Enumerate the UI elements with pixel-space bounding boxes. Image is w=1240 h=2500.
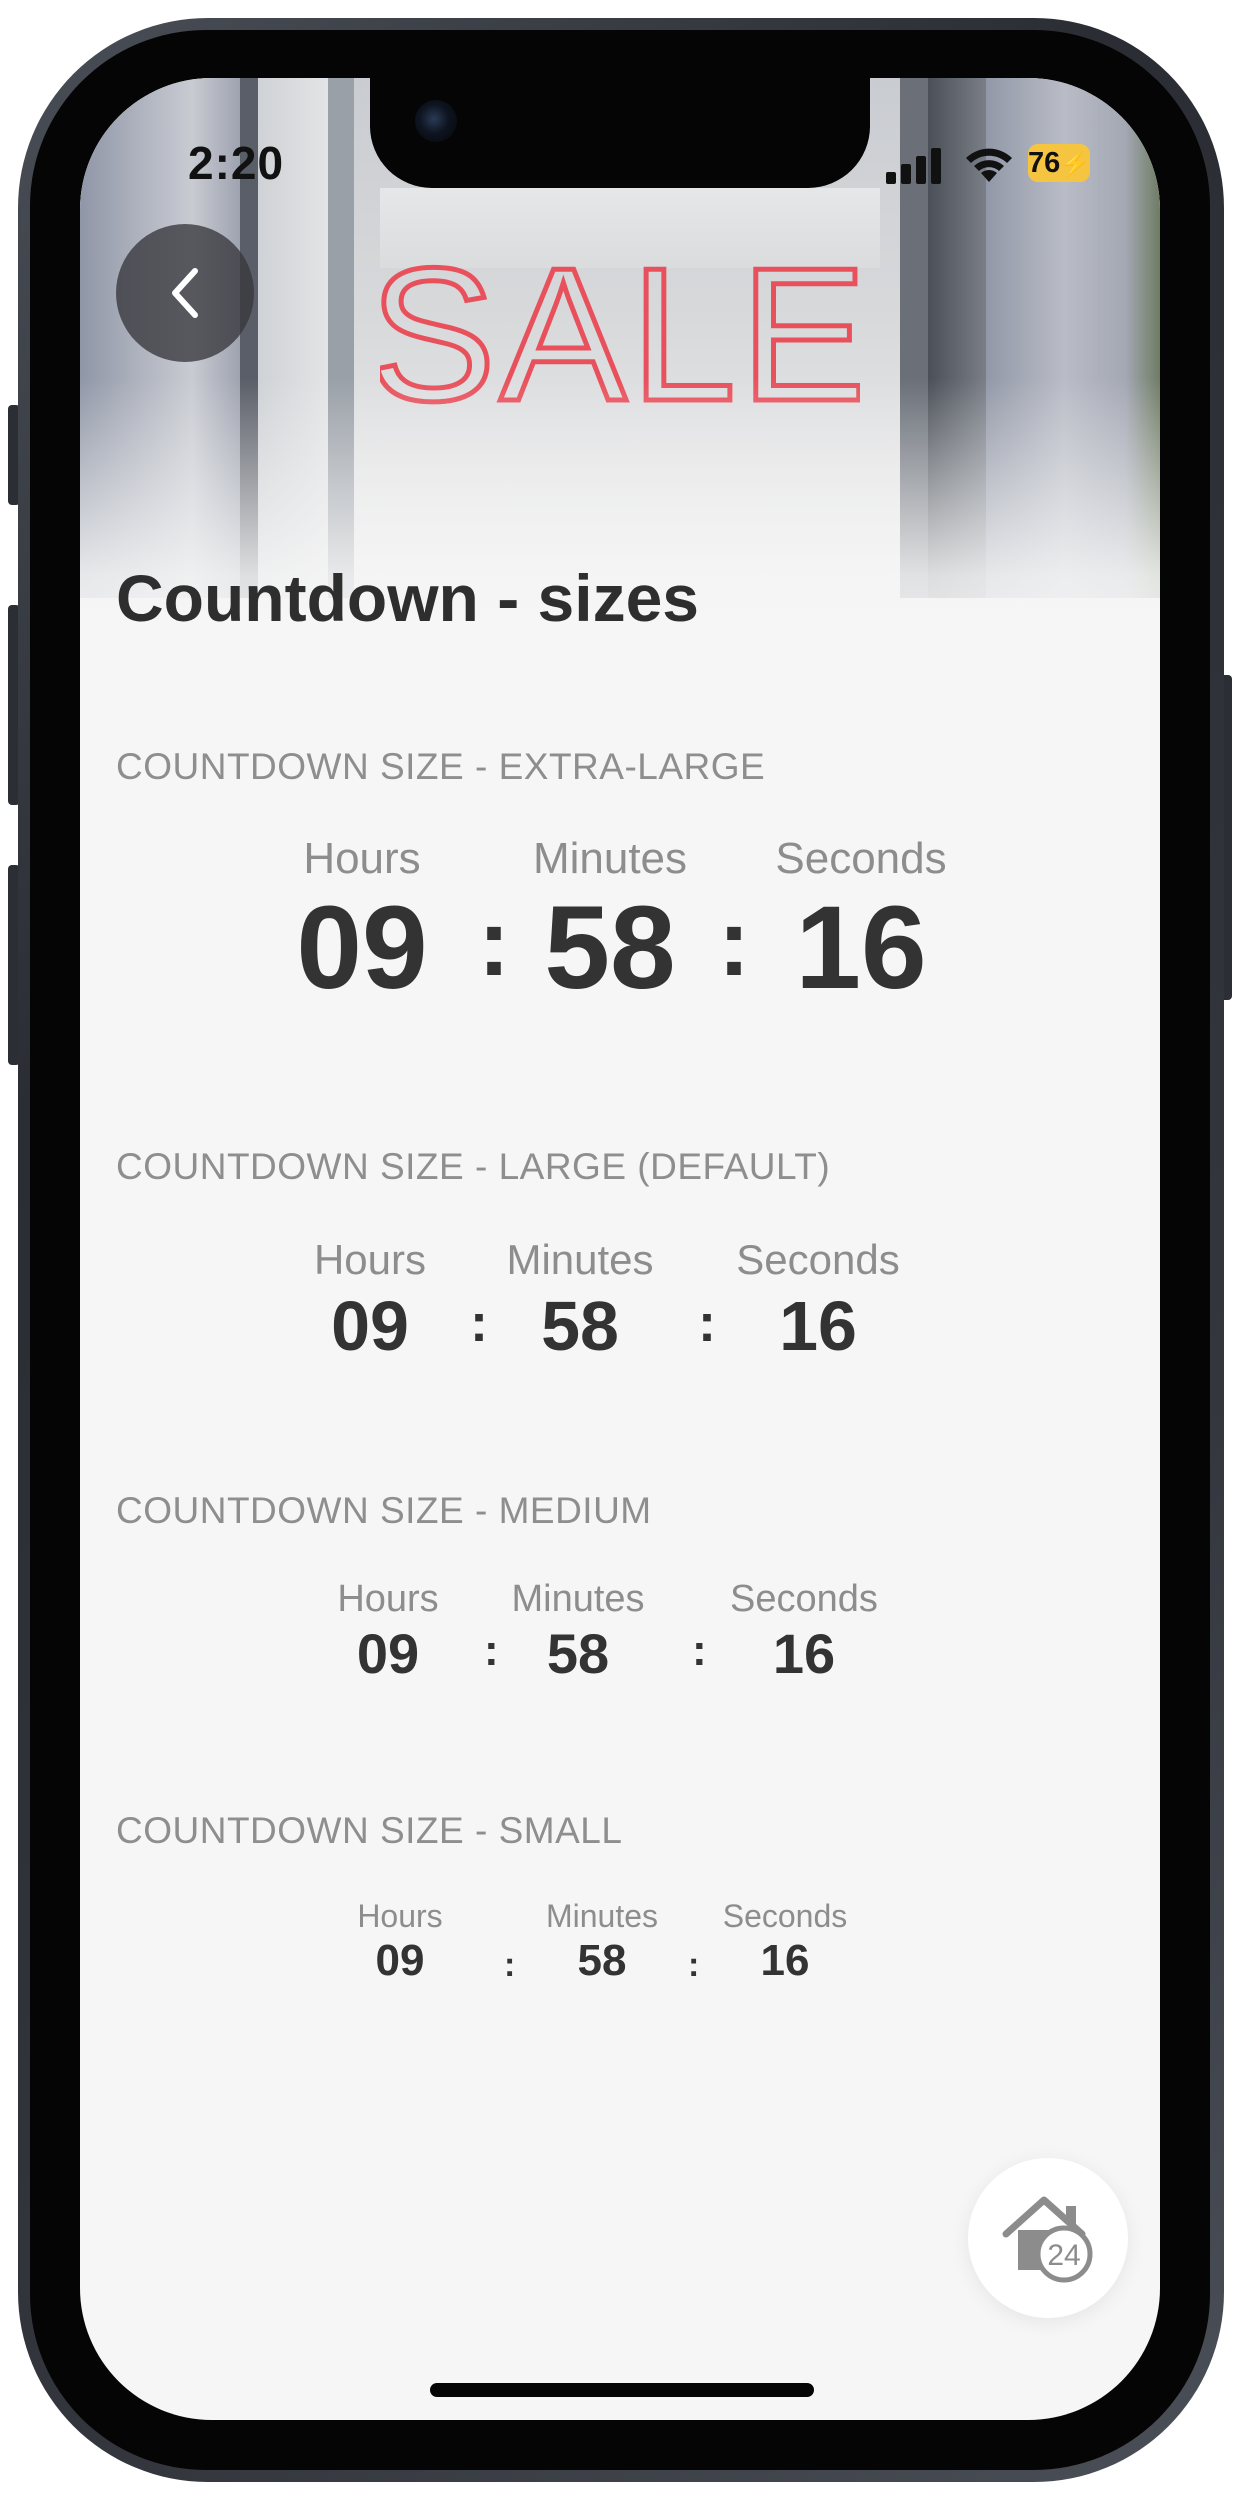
countdown-separator: : bbox=[698, 1293, 716, 1353]
minutes-caption: Minutes bbox=[506, 1236, 654, 1283]
seconds-value: 16 bbox=[760, 1936, 810, 1985]
chevron-left-icon bbox=[172, 268, 198, 318]
countdown-separator: : bbox=[484, 1626, 499, 1675]
page-title: Countdown - sizes bbox=[116, 561, 699, 635]
home-24-button[interactable]: 24 bbox=[968, 2158, 1128, 2318]
countdown-l-minutes: Minutes 58 bbox=[490, 1236, 670, 1368]
seconds-caption: Seconds bbox=[736, 1236, 900, 1283]
back-button[interactable] bbox=[116, 224, 254, 362]
section-label-extra-large: COUNTDOWN SIZE - EXTRA-LARGE bbox=[116, 746, 766, 787]
countdown-s-hours: Hours 09 bbox=[338, 1898, 462, 1987]
section-label-large: COUNTDOWN SIZE - LARGE (DEFAULT) bbox=[116, 1146, 831, 1187]
countdown-separator: : bbox=[688, 1946, 700, 1984]
countdown-s-minutes: Minutes 58 bbox=[534, 1898, 670, 1987]
countdown-xl-minutes: Minutes 58 bbox=[500, 834, 720, 1012]
countdown-m-hours: Hours 09 bbox=[300, 1578, 476, 1687]
hours-caption: Hours bbox=[337, 1578, 439, 1620]
minutes-caption: Minutes bbox=[545, 1898, 659, 1934]
hours-value: 09 bbox=[331, 1287, 409, 1365]
countdown-s-seconds: Seconds 16 bbox=[710, 1898, 860, 1987]
minutes-value: 58 bbox=[541, 1287, 619, 1365]
seconds-caption: Seconds bbox=[722, 1898, 848, 1934]
countdown-separator: : bbox=[470, 1293, 488, 1353]
countdown-xl-seconds: Seconds 16 bbox=[746, 834, 976, 1012]
seconds-caption: Seconds bbox=[775, 834, 947, 883]
hours-caption: Hours bbox=[313, 1236, 427, 1283]
countdown-m-seconds: Seconds 16 bbox=[716, 1578, 892, 1687]
battery-indicator: 76⚡ bbox=[1028, 144, 1090, 182]
countdown-l-hours: Hours 09 bbox=[270, 1236, 470, 1368]
home-24-icon: 24 bbox=[1002, 2196, 1093, 2283]
countdown-m-minutes: Minutes 58 bbox=[500, 1578, 656, 1687]
section-label-medium: COUNTDOWN SIZE - MEDIUM bbox=[116, 1490, 652, 1531]
minutes-value: 58 bbox=[546, 1622, 610, 1685]
home-indicator[interactable] bbox=[430, 2383, 814, 2397]
seconds-caption: Seconds bbox=[730, 1578, 878, 1620]
minutes-caption: Minutes bbox=[511, 1578, 645, 1620]
front-camera bbox=[415, 100, 457, 142]
countdown-xl-hours: Hours 09 bbox=[252, 834, 472, 1012]
countdown-l-seconds: Seconds 16 bbox=[718, 1236, 918, 1368]
section-label-small: COUNTDOWN SIZE - SMALL bbox=[116, 1810, 623, 1851]
minutes-value: 58 bbox=[544, 882, 676, 1014]
hours-caption: Hours bbox=[303, 834, 421, 883]
wifi-icon bbox=[966, 148, 1012, 182]
hours-value: 09 bbox=[296, 882, 428, 1014]
screen: SALE 2:20 76⚡ Countdown - sizes COUNTDOW… bbox=[80, 78, 1160, 2420]
cellular-signal-icon bbox=[886, 148, 941, 184]
countdown-separator: : bbox=[692, 1626, 707, 1675]
battery-level: 76 bbox=[1028, 147, 1061, 179]
minutes-caption: Minutes bbox=[532, 834, 688, 883]
minutes-value: 58 bbox=[577, 1936, 627, 1985]
seconds-value: 16 bbox=[795, 882, 927, 1014]
hours-value: 09 bbox=[356, 1622, 420, 1685]
countdown-separator: : bbox=[504, 1946, 516, 1984]
seconds-value: 16 bbox=[779, 1287, 857, 1365]
svg-text:24: 24 bbox=[1047, 2239, 1080, 2272]
status-time: 2:20 bbox=[188, 137, 285, 189]
hours-caption: Hours bbox=[357, 1898, 443, 1934]
charging-bolt-icon: ⚡ bbox=[1060, 151, 1091, 178]
seconds-value: 16 bbox=[772, 1622, 836, 1685]
hours-value: 09 bbox=[375, 1936, 425, 1985]
